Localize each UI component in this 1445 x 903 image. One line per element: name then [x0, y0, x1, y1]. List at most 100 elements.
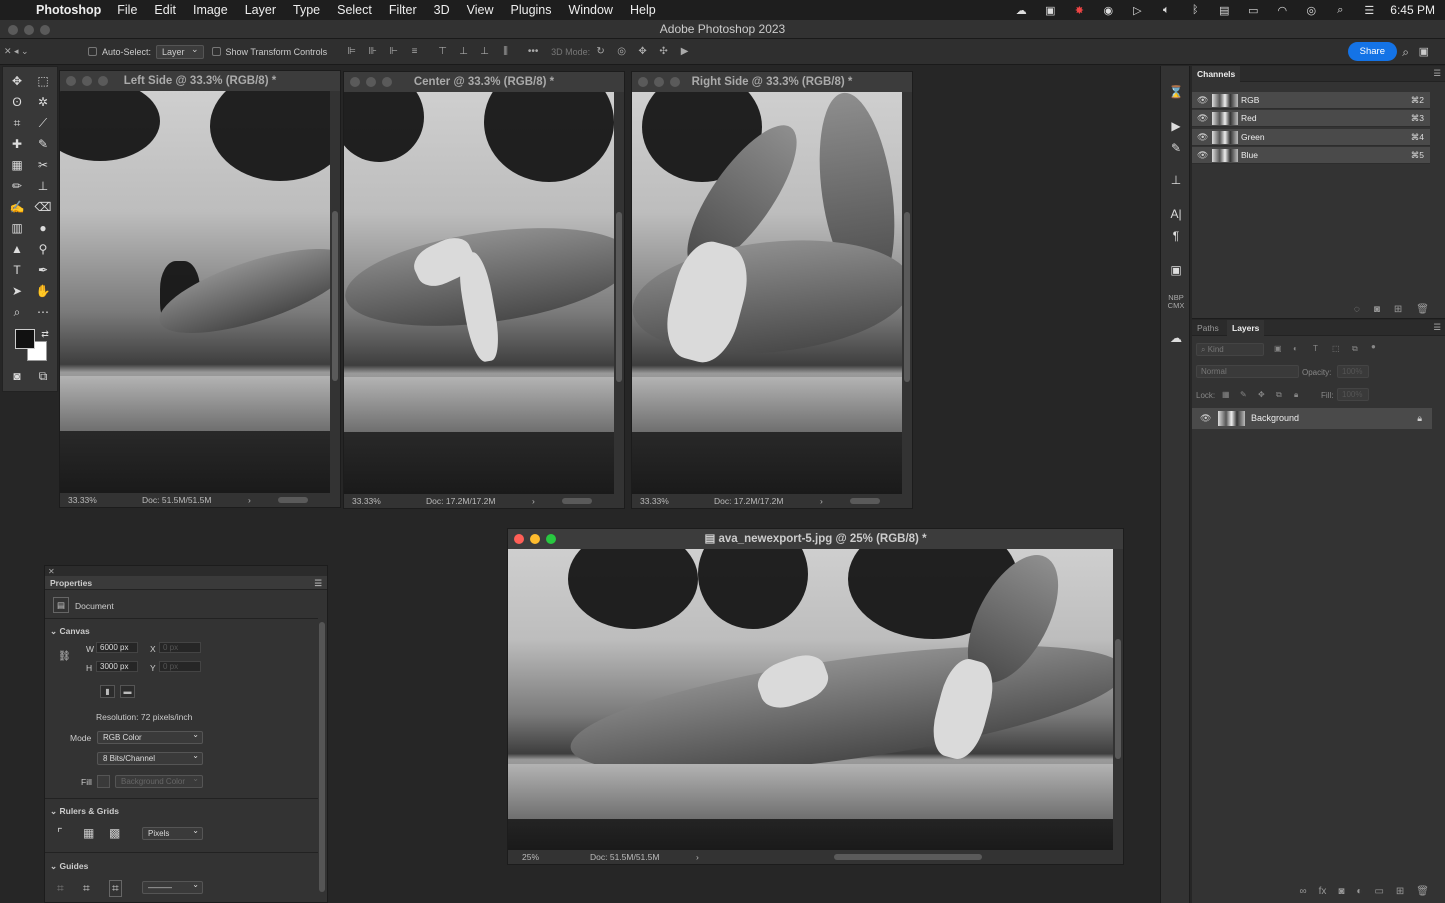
channel-row-rgb[interactable]: 👁︎ RGB ⌘2: [1192, 92, 1430, 109]
actions-play-icon[interactable]: ▶: [1166, 118, 1186, 134]
guides-section-toggle[interactable]: ⌄ Guides: [50, 861, 88, 872]
doc-title-bar[interactable]: Left Side @ 33.3% (RGB/8) *: [60, 71, 340, 91]
smart-object-filter-icon[interactable]: ⧉: [1352, 344, 1358, 354]
status-arrow-icon[interactable]: ›: [696, 850, 699, 864]
lock-all-icon[interactable]: 🔒︎: [1294, 390, 1298, 400]
rulers-grids-section-toggle[interactable]: ⌄ Rulers & Grids: [50, 806, 119, 817]
minimize-doc-button[interactable]: [366, 77, 376, 87]
close-panel-icon[interactable]: ✕: [45, 567, 55, 576]
link-icon[interactable]: ⛓: [58, 651, 71, 662]
horizontal-scrollbar[interactable]: [278, 497, 308, 503]
canvas-section-toggle[interactable]: ⌄ Canvas: [50, 626, 90, 637]
close-doc-button[interactable]: [638, 77, 648, 87]
x-field[interactable]: 0 px: [159, 642, 201, 653]
more-options-icon[interactable]: •••: [524, 46, 542, 58]
guide-layout-icon[interactable]: ⌗: [83, 881, 90, 896]
smart-guides-icon[interactable]: ⌗: [109, 880, 122, 897]
doc-title-bar[interactable]: Right Side @ 33.3% (RGB/8) *: [632, 72, 912, 92]
doc-size[interactable]: Doc: 51.5M/51.5M: [590, 850, 659, 864]
spotlight-search-icon[interactable]: ⌕: [1332, 4, 1348, 16]
eye-icon[interactable]: 👁︎: [1197, 110, 1208, 127]
clone-source-icon[interactable]: ⊥: [1166, 172, 1186, 188]
grid-icon[interactable]: ▦: [83, 826, 94, 840]
delete-layer-icon[interactable]: 🗑︎: [1416, 886, 1429, 897]
menu-3d[interactable]: 3D: [434, 3, 450, 17]
volume-icon[interactable]: 🔈︎: [1158, 4, 1174, 16]
units-dropdown[interactable]: Pixels: [142, 825, 203, 840]
swatches-icon[interactable]: ▣: [1166, 262, 1186, 278]
menu-edit[interactable]: Edit: [154, 3, 176, 17]
auto-select-checkbox[interactable]: [88, 47, 97, 56]
clock[interactable]: 6:45 PM: [1390, 3, 1435, 17]
status-arrow-icon[interactable]: ›: [532, 494, 535, 508]
vertical-scrollbar[interactable]: [902, 92, 912, 494]
zoom-level[interactable]: 33.33%: [352, 494, 381, 508]
tab-layers[interactable]: Layers: [1227, 320, 1265, 336]
creative-cloud-icon[interactable]: ✸: [1071, 4, 1087, 17]
app-menu[interactable]: Photoshop: [36, 3, 101, 17]
type-filter-icon[interactable]: T: [1313, 344, 1318, 353]
close-doc-button[interactable]: [514, 534, 524, 544]
history-brush-icon[interactable]: ✍: [6, 198, 28, 216]
3d-drag-icon[interactable]: ✥: [635, 46, 650, 58]
properties-scrollbar[interactable]: [319, 622, 325, 892]
kind-filter-dropdown[interactable]: ⌕ Kind: [1196, 343, 1264, 356]
canvas-left[interactable]: [60, 91, 330, 493]
3d-rotate-icon[interactable]: ↻: [593, 46, 608, 58]
crop-tool-icon[interactable]: ⌗: [6, 114, 28, 132]
height-field[interactable]: 3000 px: [96, 661, 138, 672]
play-icon[interactable]: ▷: [1129, 4, 1145, 17]
pixel-grid-icon[interactable]: ▩: [109, 826, 120, 840]
zoom-tool-icon[interactable]: ⌕: [6, 303, 28, 321]
doc-size[interactable]: Doc: 51.5M/51.5M: [142, 493, 211, 507]
blend-mode-dropdown[interactable]: Normal: [1196, 365, 1299, 378]
lasso-tool-icon[interactable]: ʘ: [6, 93, 28, 111]
search-icon[interactable]: ⌕: [1402, 45, 1409, 60]
close-window-button[interactable]: [8, 25, 18, 35]
wifi-icon[interactable]: ◠: [1274, 4, 1290, 17]
panel-menu-icon[interactable]: ☰: [314, 576, 322, 590]
doc-title-bar[interactable]: ▤ ava_newexport-5.jpg @ 25% (RGB/8) *: [508, 529, 1123, 549]
new-layer-icon[interactable]: ⊞: [1396, 886, 1404, 897]
workspace-icon[interactable]: ▣: [1419, 45, 1429, 58]
doc-title-bar[interactable]: Center @ 33.3% (RGB/8) *: [344, 72, 624, 92]
battery-icon[interactable]: ▭: [1245, 4, 1261, 17]
menu-layer[interactable]: Layer: [245, 3, 276, 17]
lock-artboard-icon[interactable]: ⧉: [1276, 390, 1282, 400]
align-top-icon[interactable]: ⊤: [435, 46, 450, 58]
pixel-filter-icon[interactable]: ▣: [1274, 344, 1282, 353]
menu-view[interactable]: View: [467, 3, 494, 17]
doc-size[interactable]: Doc: 17.2M/17.2M: [426, 494, 495, 508]
eye-icon[interactable]: 👁︎: [1197, 129, 1208, 146]
paragraph-icon[interactable]: ¶: [1166, 228, 1186, 244]
more-tools-icon[interactable]: ⋯: [32, 303, 54, 321]
brush-tool-icon[interactable]: ✎: [32, 135, 54, 153]
horizontal-scrollbar[interactable]: [562, 498, 592, 504]
menu-file[interactable]: File: [117, 3, 137, 17]
fill-field[interactable]: 100%: [1337, 388, 1369, 401]
portrait-orientation-icon[interactable]: ▮: [100, 685, 115, 698]
new-channel-icon[interactable]: ⊞: [1394, 304, 1402, 315]
minimize-doc-button[interactable]: [530, 534, 540, 544]
menu-filter[interactable]: Filter: [389, 3, 417, 17]
user-icon[interactable]: ◎: [1303, 4, 1319, 17]
channel-row-red[interactable]: 👁︎ Red ⌘3: [1192, 110, 1430, 127]
align-bottom-icon[interactable]: ⊥: [477, 46, 492, 58]
load-selection-icon[interactable]: ◌: [1354, 304, 1360, 315]
tool-preset-picker[interactable]: ✕ ◂ ⌄: [0, 46, 58, 57]
landscape-orientation-icon[interactable]: ▬: [120, 685, 135, 698]
status-arrow-icon[interactable]: ›: [820, 494, 823, 508]
patch-tool-icon[interactable]: ✂: [32, 156, 54, 174]
minimize-doc-button[interactable]: [82, 76, 92, 86]
fill-dropdown[interactable]: Background Color: [115, 773, 203, 788]
bluetooth-icon[interactable]: ᛒ: [1187, 4, 1203, 16]
minimize-doc-button[interactable]: [654, 77, 664, 87]
nbp-cmx-plugin-icon[interactable]: NBP CMX: [1166, 294, 1186, 310]
hand-tool-icon[interactable]: ✋: [32, 282, 54, 300]
vertical-scrollbar[interactable]: [614, 92, 624, 494]
adjustment-filter-icon[interactable]: ◐: [1293, 344, 1298, 353]
character-icon[interactable]: A|: [1166, 206, 1186, 222]
align-center-icon[interactable]: ⊪: [365, 46, 380, 58]
dodge-tool-icon[interactable]: ⚲: [32, 240, 54, 258]
horizontal-scrollbar[interactable]: [834, 854, 982, 860]
